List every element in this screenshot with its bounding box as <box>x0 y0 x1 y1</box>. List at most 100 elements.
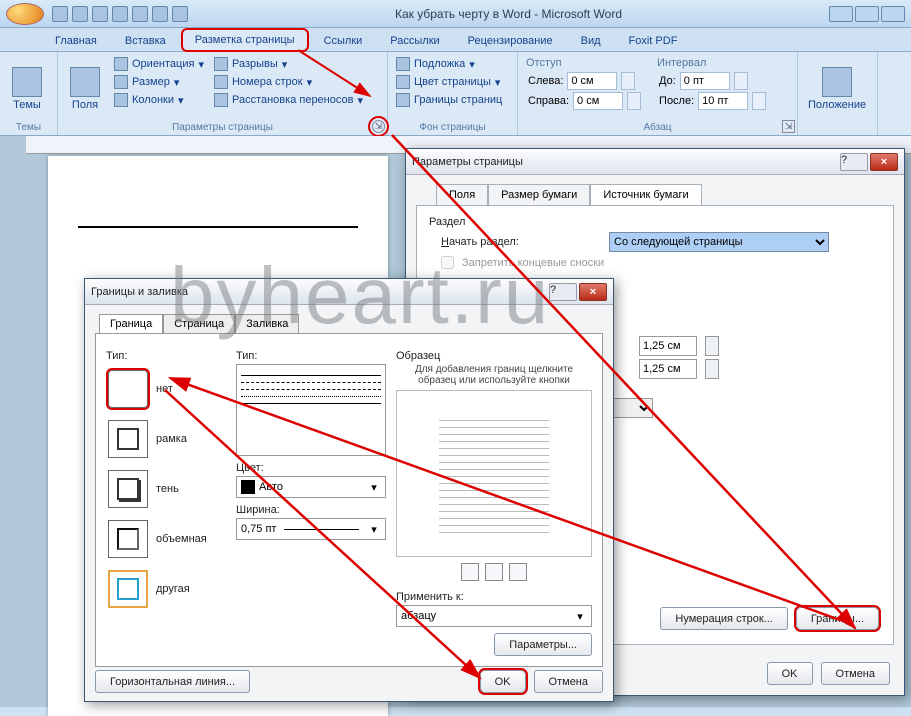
page-setup-ok-button[interactable]: OK <box>767 662 813 685</box>
ribbon: Темы Темы Поля Ориентация ▾ Размер ▾ Кол… <box>0 52 911 136</box>
tab-mailings[interactable]: Рассылки <box>377 30 452 51</box>
horizontal-line-in-doc <box>78 226 358 228</box>
page-borders-button[interactable]: Границы страниц <box>394 92 504 108</box>
chevron-down-icon: ▾ <box>573 610 587 623</box>
color-label: Цвет: <box>236 462 386 474</box>
spacing-before-input[interactable] <box>680 72 730 90</box>
spacing-before-spinner[interactable]: До: <box>655 72 766 90</box>
spin-up-icon[interactable] <box>627 92 641 110</box>
header-distance-input[interactable] <box>639 336 697 356</box>
ps-tab-layout[interactable]: Источник бумаги <box>590 184 701 206</box>
page-setup-cancel-button[interactable]: Отмена <box>821 662 890 685</box>
spin-up-icon[interactable] <box>734 72 748 90</box>
bs-tab-shading[interactable]: Заливка <box>235 314 299 334</box>
close-button[interactable] <box>881 6 905 22</box>
ps-tab-paper[interactable]: Размер бумаги <box>488 184 590 206</box>
breaks-button[interactable]: Разрывы ▾ <box>212 56 365 72</box>
tab-view[interactable]: Вид <box>568 30 614 51</box>
watermark-button[interactable]: Подложка ▾ <box>394 56 504 72</box>
bs-tab-borders[interactable]: Граница <box>99 314 163 334</box>
qat-item-icon[interactable] <box>132 6 148 22</box>
qat-redo-icon[interactable] <box>92 6 108 22</box>
border-type-shadow[interactable]: тень <box>106 468 226 510</box>
maximize-button[interactable] <box>855 6 879 22</box>
borders-ok-button[interactable]: OK <box>480 670 526 693</box>
breaks-icon <box>214 57 228 71</box>
edge-vcenter-button[interactable] <box>485 563 503 581</box>
paragraph-launcher[interactable]: ⇲ <box>782 120 795 133</box>
borders-dialog-button[interactable]: Границы... <box>796 607 879 630</box>
apply-to-combo[interactable]: абзацу ▾ <box>396 605 592 627</box>
spin-up-icon[interactable] <box>621 72 635 90</box>
indent-left-spinner[interactable]: Слева: <box>524 72 641 90</box>
hyphenation-button[interactable]: Расстановка переносов ▾ <box>212 92 365 108</box>
borders-cancel-button[interactable]: Отмена <box>534 670 603 693</box>
group-page-bg-label: Фон страницы <box>388 120 517 135</box>
size-button[interactable]: Размер ▾ <box>112 74 206 90</box>
indent-right-input[interactable] <box>573 92 623 110</box>
border-preview[interactable] <box>396 390 592 557</box>
tab-references[interactable]: Ссылки <box>311 30 376 51</box>
qat-undo-icon[interactable] <box>72 6 88 22</box>
bs-tab-page[interactable]: Страница <box>163 314 235 334</box>
tab-insert[interactable]: Вставка <box>112 30 179 51</box>
border-type-box[interactable]: рамка <box>106 418 226 460</box>
orientation-button[interactable]: Ориентация ▾ <box>112 56 206 72</box>
columns-icon <box>114 93 128 107</box>
group-themes-label: Темы <box>0 120 57 135</box>
themes-button[interactable]: Темы <box>6 56 48 122</box>
border-color-combo[interactable]: Авто ▾ <box>236 476 386 498</box>
edge-right-button[interactable] <box>509 563 527 581</box>
qat-item-icon[interactable] <box>172 6 188 22</box>
line-numbers-icon <box>214 75 228 89</box>
edge-left-button[interactable] <box>461 563 479 581</box>
border-options-button[interactable]: Параметры... <box>494 633 592 656</box>
tab-home[interactable]: Главная <box>42 30 110 51</box>
borders-dialog-title: Границы и заливка <box>91 286 188 298</box>
columns-button[interactable]: Колонки ▾ <box>112 92 206 108</box>
color-swatch-icon <box>241 480 255 494</box>
line-numbers-dialog-button[interactable]: Нумерация строк... <box>660 607 787 630</box>
page-color-button[interactable]: Цвет страницы ▾ <box>394 74 504 90</box>
minimize-button[interactable] <box>829 6 853 22</box>
dialog-help-button[interactable]: ? <box>549 283 577 301</box>
qat-save-icon[interactable] <box>52 6 68 22</box>
qat-item-icon[interactable] <box>112 6 128 22</box>
indent-right-spinner[interactable]: Справа: <box>524 92 641 110</box>
indent-header: Отступ <box>524 56 641 70</box>
footer-distance-input[interactable] <box>639 359 697 379</box>
spacing-after-spinner[interactable]: После: <box>655 92 766 110</box>
ps-tab-margins[interactable]: Поля <box>436 184 488 206</box>
line-numbers-button[interactable]: Номера строк ▾ <box>212 74 365 90</box>
border-type-none[interactable]: нет <box>106 368 226 410</box>
border-type-3d[interactable]: объемная <box>106 518 226 560</box>
section-start-select[interactable]: Со следующей страницы <box>609 232 829 252</box>
spin-icon[interactable] <box>705 336 719 356</box>
indent-left-input[interactable] <box>567 72 617 90</box>
office-button[interactable] <box>6 3 44 25</box>
border-type-custom[interactable]: другая <box>106 568 226 610</box>
type-label: Тип: <box>106 350 226 362</box>
horizontal-line-button[interactable]: Горизонтальная линия... <box>95 670 250 693</box>
tab-review[interactable]: Рецензирование <box>455 30 566 51</box>
border-width-combo[interactable]: 0,75 пт ▾ <box>236 518 386 540</box>
margins-button[interactable]: Поля <box>64 56 106 122</box>
tab-page-layout[interactable]: Разметка страницы <box>181 28 309 52</box>
spacing-after-input[interactable] <box>698 92 748 110</box>
dialog-help-button[interactable]: ? <box>840 153 868 171</box>
themes-label: Темы <box>13 99 41 111</box>
spin-icon[interactable] <box>705 359 719 379</box>
dialog-close-button[interactable]: × <box>870 153 898 171</box>
margins-icon <box>70 67 100 97</box>
tab-foxit[interactable]: Foxit PDF <box>616 30 691 51</box>
hyphenation-icon <box>214 93 228 107</box>
page-borders-icon <box>396 93 410 107</box>
page-setup-launcher[interactable]: ⇲ <box>372 120 385 133</box>
qat-item-icon[interactable] <box>152 6 168 22</box>
group-page-setup-label: Параметры страницы <box>58 120 387 135</box>
border-style-list[interactable] <box>236 364 386 456</box>
spin-up-icon[interactable] <box>752 92 766 110</box>
themes-icon <box>12 67 42 97</box>
dialog-close-button[interactable]: × <box>579 283 607 301</box>
position-button[interactable]: Положение <box>804 56 870 122</box>
